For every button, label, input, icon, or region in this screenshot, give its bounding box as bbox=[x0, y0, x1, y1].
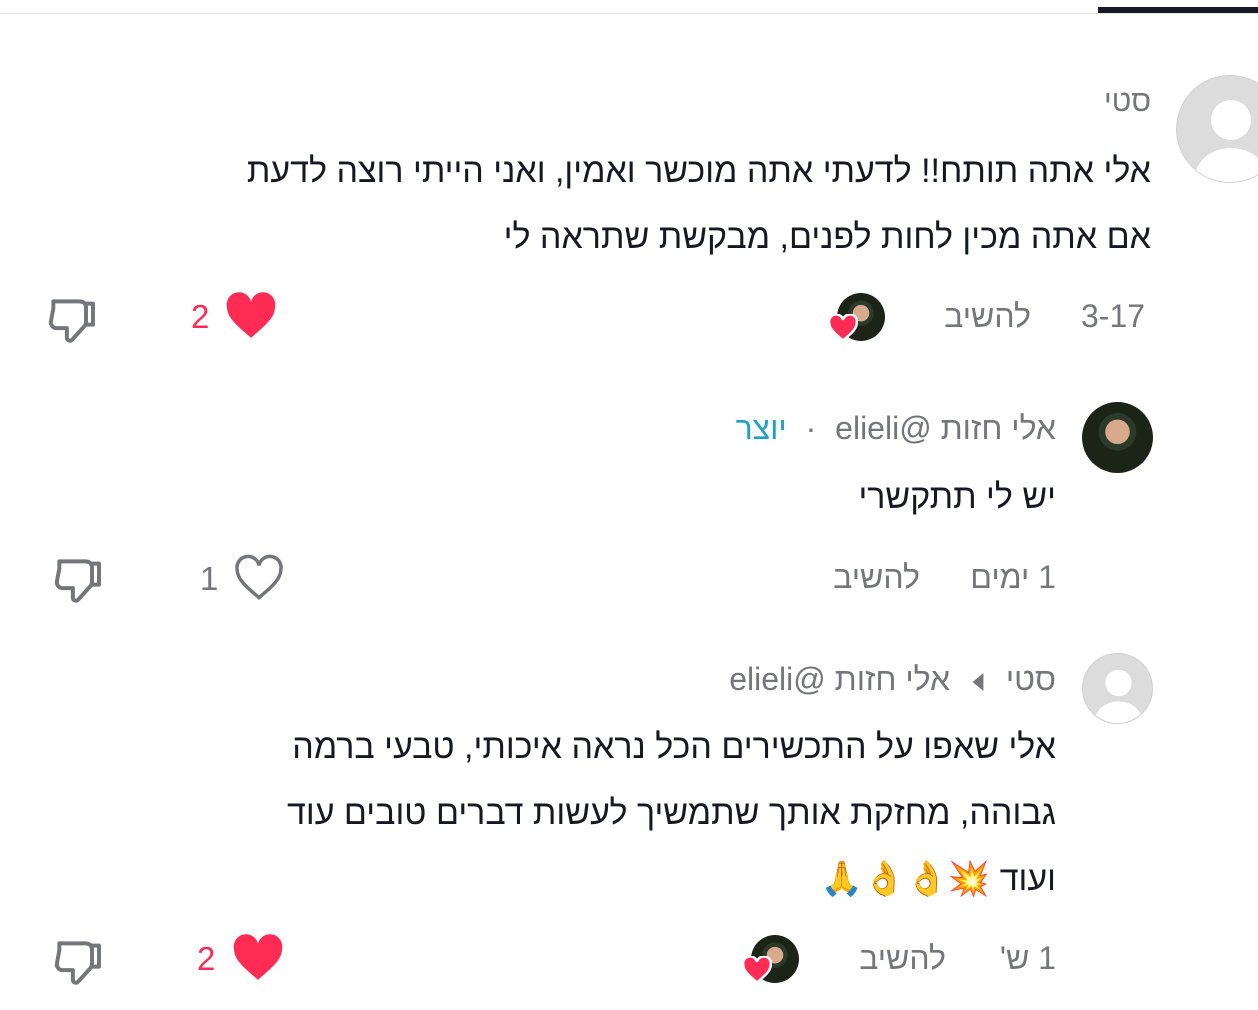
comment-text-line: ועוד 💥👌👌🙏 bbox=[820, 860, 1056, 898]
comment-author[interactable]: סטי bbox=[1006, 661, 1056, 697]
like-count: 2 bbox=[197, 940, 216, 977]
user-avatar-placeholder[interactable] bbox=[1082, 653, 1153, 724]
comment-text: יש לי תתקשרי bbox=[858, 478, 1056, 516]
person-icon bbox=[1094, 669, 1143, 723]
comment-date: 1 ש' bbox=[999, 940, 1056, 976]
reply-button[interactable]: להשיב bbox=[859, 940, 946, 977]
person-icon bbox=[1195, 100, 1258, 182]
comment-author[interactable]: אלי חזות bbox=[941, 410, 1056, 446]
comment-header: סטי אלי חזות @elieli bbox=[729, 661, 1056, 698]
header-separator: · bbox=[805, 410, 817, 446]
dislike-icon[interactable] bbox=[50, 934, 106, 990]
reply-arrow-icon bbox=[972, 672, 984, 691]
comment-date: 3-17 bbox=[1081, 298, 1146, 334]
creator-avatar[interactable] bbox=[1082, 402, 1153, 473]
creator-badge: יוצר bbox=[735, 410, 787, 446]
like-heart-filled-icon[interactable] bbox=[231, 934, 285, 982]
comment-text-line: אלי אתה תותח!! לדעתי אתה מוכשר ואמין, וא… bbox=[246, 152, 1151, 190]
like-count: 1 bbox=[200, 560, 219, 597]
comment-text-line: אם אתה מכין לחות לפנים, מבקשת שתראה לי bbox=[503, 218, 1151, 256]
reply-to-name[interactable]: אלי חזות bbox=[835, 661, 950, 697]
comment-header: אלי חזות @elieli · יוצר bbox=[736, 410, 1056, 447]
reply-button[interactable]: להשיב bbox=[833, 559, 920, 596]
user-avatar-placeholder[interactable] bbox=[1176, 75, 1258, 183]
comment-date: 1 ימים bbox=[970, 559, 1056, 595]
dislike-icon[interactable] bbox=[50, 552, 106, 608]
heart-badge-icon bbox=[742, 956, 772, 984]
comment-text-line: אלי שאפו על התכשירים הכל נראה איכותי, טב… bbox=[292, 728, 1056, 766]
comment-text-line: גבוהה, מחזקת אותך שתמשיך לעשות דברים טוב… bbox=[287, 794, 1056, 832]
comment-text: אלי שאפו על התכשירים הכל נראה איכותי, טב… bbox=[56, 714, 1056, 912]
like-heart-filled-icon[interactable] bbox=[224, 292, 278, 340]
author-handle[interactable]: @elieli bbox=[835, 410, 932, 446]
reply-to-handle[interactable]: @elieli bbox=[729, 661, 826, 697]
reply-button[interactable]: להשיב bbox=[944, 298, 1031, 335]
heart-badge-icon bbox=[828, 314, 858, 342]
dislike-icon[interactable] bbox=[44, 292, 100, 348]
active-tab-indicator bbox=[1098, 7, 1258, 13]
like-count: 2 bbox=[191, 298, 210, 335]
comment-author[interactable]: סטי bbox=[1104, 85, 1151, 119]
like-heart-outline-icon[interactable] bbox=[232, 554, 286, 602]
comment-text: אלי אתה תותח!! לדעתי אתה מוכשר ואמין, וא… bbox=[21, 138, 1151, 270]
top-divider bbox=[0, 13, 1258, 14]
